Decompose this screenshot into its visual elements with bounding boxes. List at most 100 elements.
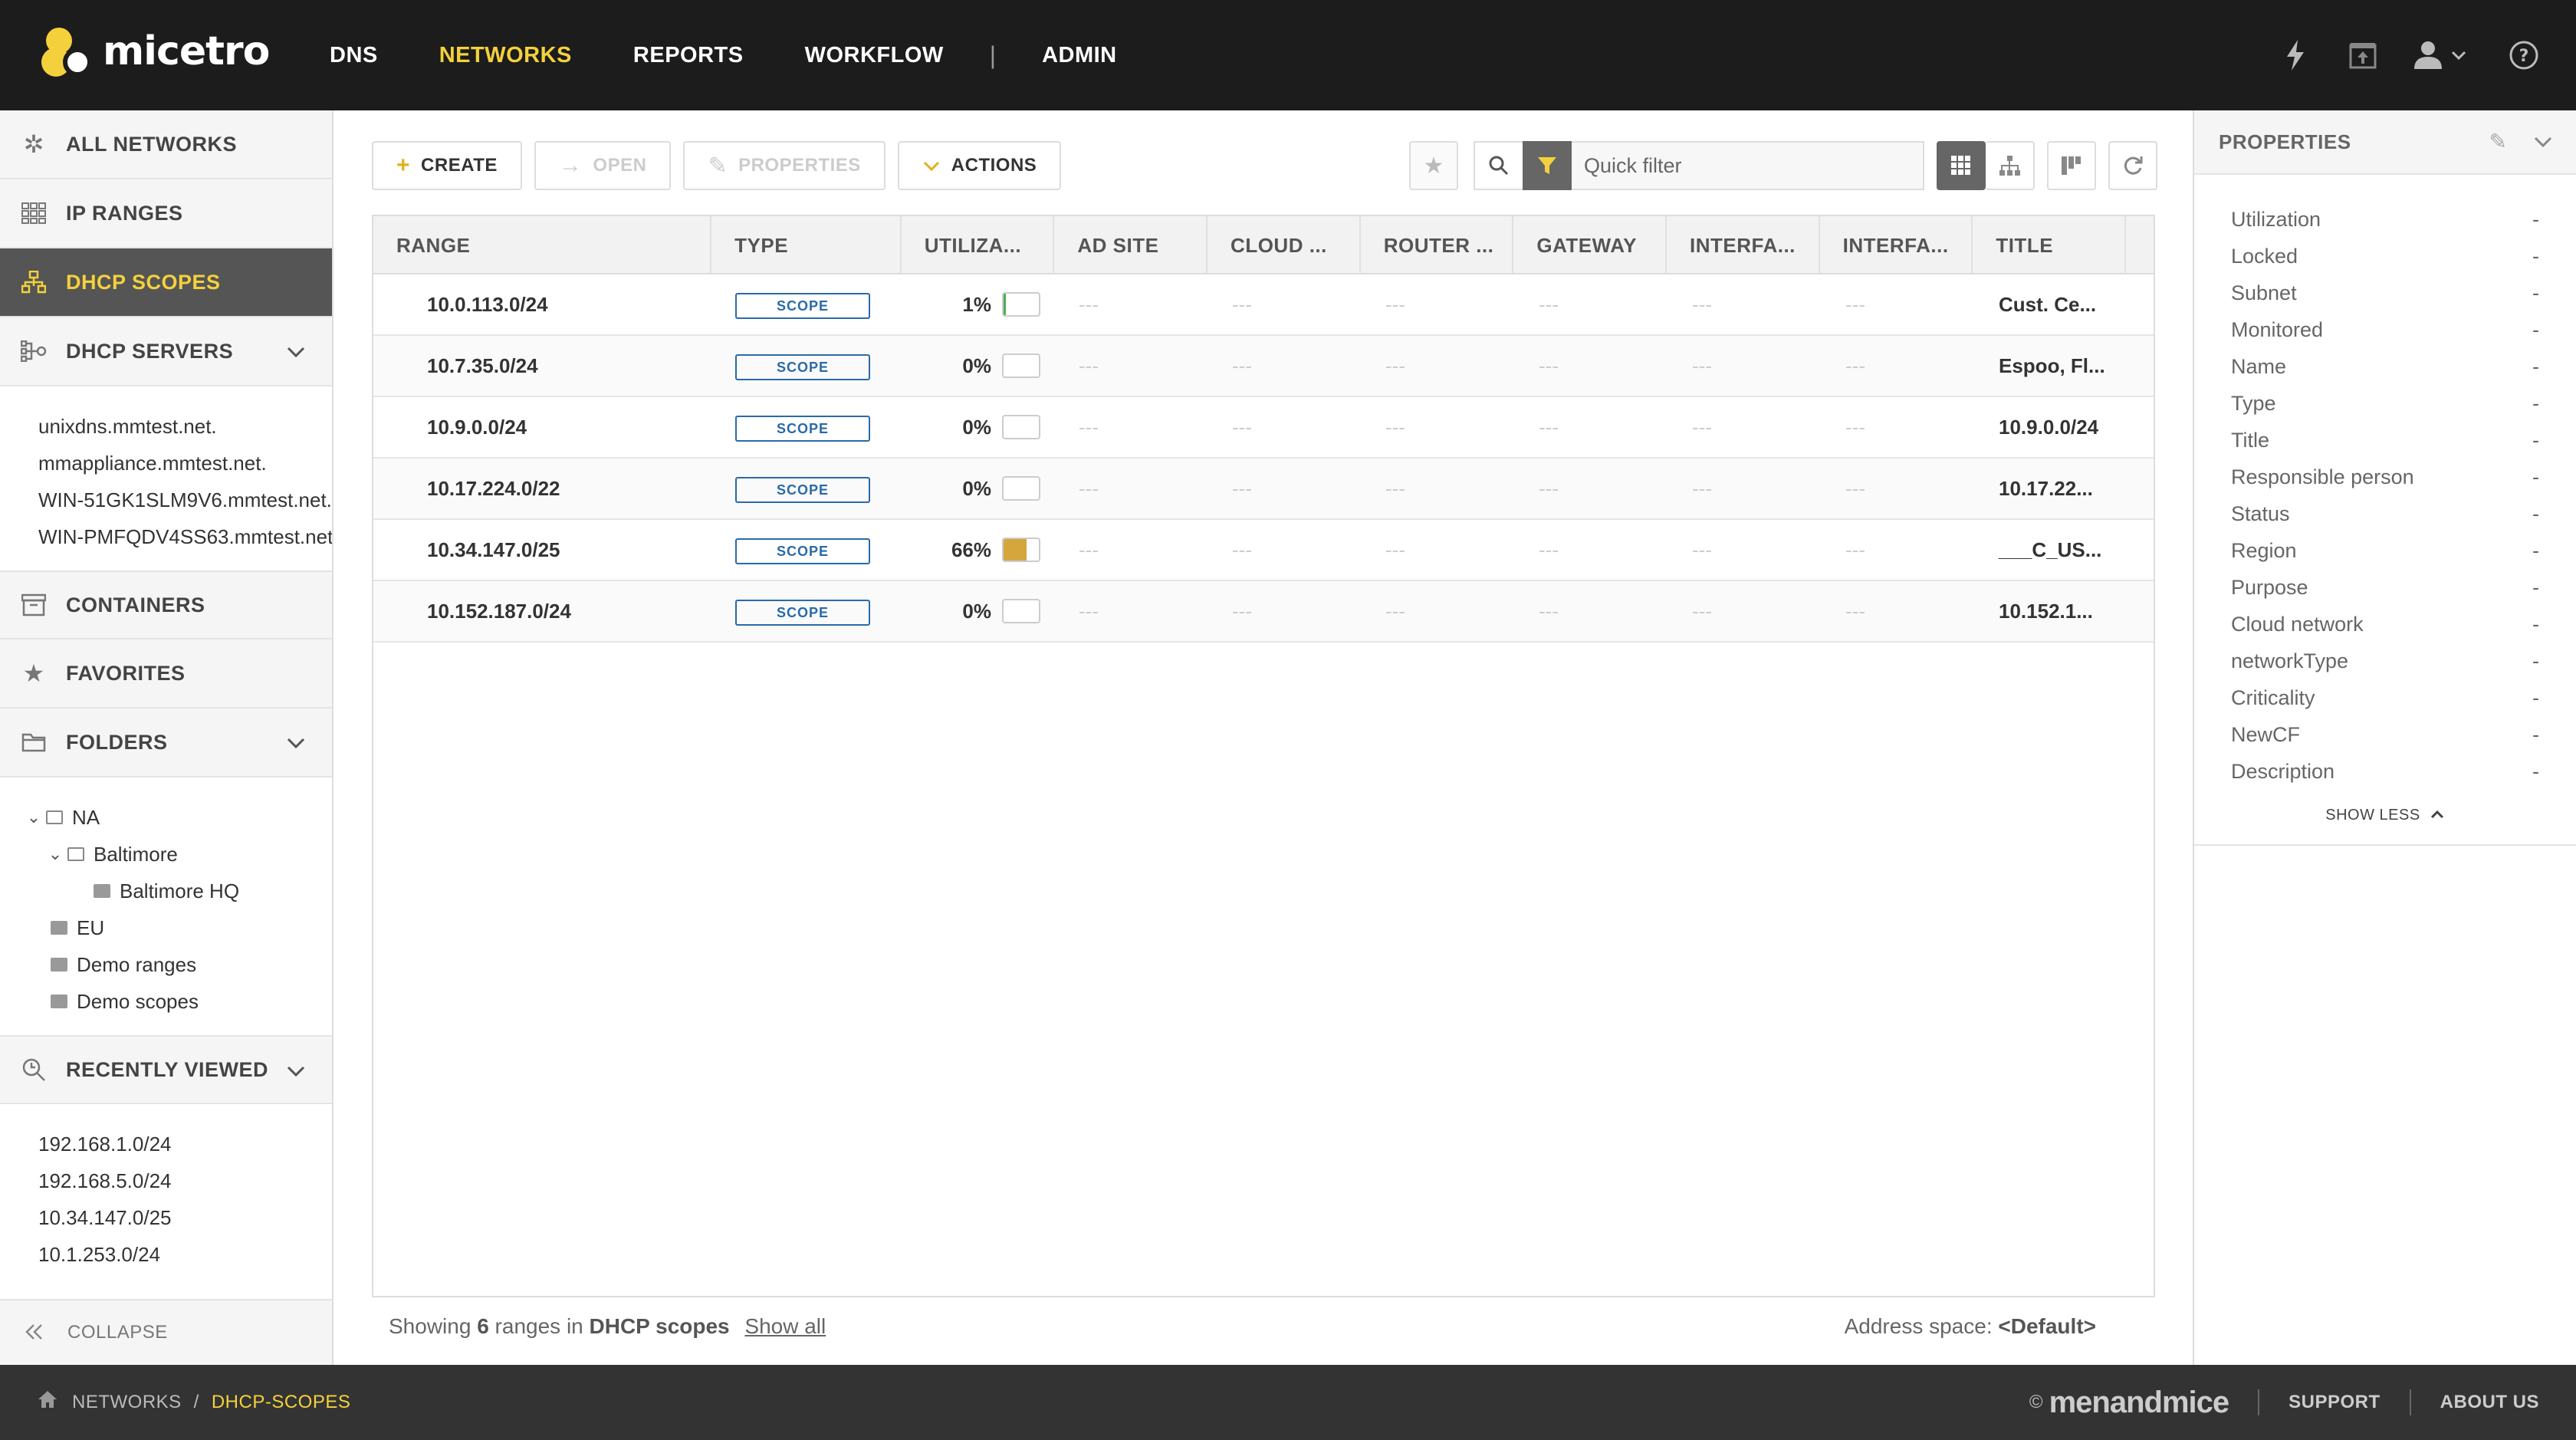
main-nav: DNS NETWORKS REPORTS WORKFLOW | ADMIN <box>330 0 1178 110</box>
sidebar-item-label: RECENTLY VIEWED <box>66 1057 269 1081</box>
list-item[interactable]: 192.168.5.0/24 <box>38 1162 332 1199</box>
cell-gateway: --- <box>1539 538 1559 561</box>
tree-node-baltimore[interactable]: ⌄ Baltimore <box>26 836 332 873</box>
tree-node-demo-ranges[interactable]: Demo ranges <box>26 946 332 983</box>
lightning-icon[interactable] <box>2274 34 2317 77</box>
list-item[interactable]: unixdns.mmtest.net. <box>38 408 332 445</box>
column-header-title[interactable]: TITLE <box>1973 216 2126 275</box>
list-item[interactable]: WIN-51GK1SLM9V6.mmtest.net. <box>38 482 332 518</box>
chevron-down-icon[interactable]: ⌄ <box>26 799 41 836</box>
tree-node-baltimore-hq[interactable]: Baltimore HQ <box>26 873 332 909</box>
about-us-link[interactable]: ABOUT US <box>2440 1392 2539 1413</box>
sidebar-item-folders[interactable]: FOLDERS <box>0 708 332 778</box>
pencil-icon[interactable]: ✎ <box>2489 129 2507 154</box>
nav-networks[interactable]: NETWORKS <box>439 43 572 68</box>
open-button[interactable]: → OPEN <box>534 141 672 190</box>
column-header-router[interactable]: ROUTER ... <box>1361 216 1514 275</box>
property-value: - <box>2532 207 2539 231</box>
task-box-icon[interactable] <box>2341 34 2384 77</box>
tree-node-demo-scopes[interactable]: Demo scopes <box>26 983 332 1020</box>
support-link[interactable]: SUPPORT <box>2288 1392 2380 1413</box>
properties-header: PROPERTIES ✎ <box>2194 110 2576 175</box>
sidebar-item-favorites[interactable]: ★ FAVORITES <box>0 639 332 708</box>
column-header-interface-1[interactable]: INTERFA... <box>1667 216 1820 275</box>
chevron-down-icon <box>922 153 941 179</box>
table-row[interactable]: 10.17.224.0/22 SCOPE 0% --- --- --- --- --- --- 1… <box>373 459 2154 520</box>
folder-tree: ⌄ NA ⌄ Baltimore Baltimore HQ EU Demo ra… <box>0 778 332 1035</box>
micetro-logo[interactable]: micetro <box>41 25 270 78</box>
list-item[interactable]: 192.168.1.0/24 <box>38 1126 332 1162</box>
property-row: networkType - <box>2231 643 2576 679</box>
sidebar-item-containers[interactable]: CONTAINERS <box>0 570 332 639</box>
chevron-down-icon[interactable] <box>286 339 306 363</box>
property-row: NewCF - <box>2231 716 2576 753</box>
network-gear-icon: ✲ <box>23 130 44 158</box>
chevron-down-icon[interactable]: ⌄ <box>48 836 63 873</box>
list-item[interactable]: 10.34.147.0/25 <box>38 1199 332 1236</box>
table-row[interactable]: 10.152.187.0/24 SCOPE 0% --- --- --- --- --- ---… <box>373 581 2154 643</box>
quick-filter-input[interactable] <box>1572 141 1924 190</box>
tree-node-eu[interactable]: EU <box>26 909 332 946</box>
columns-view-button[interactable] <box>2047 141 2096 190</box>
show-all-link[interactable]: Show all <box>744 1314 826 1338</box>
favorite-star-button[interactable]: ★ <box>1409 141 1458 190</box>
utilization-bar <box>1002 538 1040 562</box>
nav-workflow[interactable]: WORKFLOW <box>805 43 944 68</box>
column-header-gateway[interactable]: GATEWAY <box>1513 216 1668 275</box>
table-row[interactable]: 10.34.147.0/25 SCOPE 66% --- --- --- --- --- ---… <box>373 520 2154 581</box>
cell-title: Espoo, Fl... <box>1999 354 2105 377</box>
funnel-filter-icon[interactable] <box>1523 141 1572 190</box>
table-row[interactable]: 10.7.35.0/24 SCOPE 0% --- --- --- --- --- --- Esp… <box>373 336 2154 397</box>
micetro-logo-icon <box>41 25 97 78</box>
chevron-down-icon[interactable] <box>286 730 306 755</box>
column-header-ad-site[interactable]: AD SITE <box>1054 216 1208 275</box>
properties-button[interactable]: ✎ PROPERTIES <box>683 141 886 190</box>
help-icon[interactable]: ? <box>2502 34 2545 77</box>
breadcrumb-networks[interactable]: NETWORKS <box>72 1392 182 1413</box>
sidebar-item-ip-ranges[interactable]: IP RANGES <box>0 179 332 248</box>
address-space-value[interactable]: <Default> <box>1998 1314 2096 1338</box>
column-header-interface-2[interactable]: INTERFA... <box>1820 216 1973 275</box>
tree-node-na[interactable]: ⌄ NA <box>26 799 332 836</box>
property-value: - <box>2532 538 2539 562</box>
cell-interface-2: --- <box>1845 293 1865 316</box>
sidebar-item-recently-viewed[interactable]: RECENTLY VIEWED <box>0 1035 332 1104</box>
property-row: Utilization - <box>2231 201 2576 238</box>
plus-icon: + <box>396 153 411 178</box>
refresh-button[interactable] <box>2108 141 2157 190</box>
column-header-type[interactable]: TYPE <box>711 216 902 275</box>
actions-button[interactable]: ACTIONS <box>897 141 1062 190</box>
cell-cloud: --- <box>1232 600 1252 623</box>
table-row[interactable]: 10.0.113.0/24 SCOPE 1% --- --- --- --- --- --- Cu… <box>373 275 2154 336</box>
column-header-range[interactable]: RANGE <box>373 216 712 275</box>
collapse-sidebar-button[interactable]: COLLAPSE <box>0 1299 332 1365</box>
sidebar-item-dhcp-scopes[interactable]: DHCP SCOPES <box>0 248 332 317</box>
nav-dns[interactable]: DNS <box>330 43 378 68</box>
table-row[interactable]: 10.9.0.0/24 SCOPE 0% --- --- --- --- --- --- 10.9… <box>373 397 2154 459</box>
cell-cloud: --- <box>1232 477 1252 500</box>
list-item[interactable]: mmappliance.mmtest.net. <box>38 445 332 482</box>
sidebar-item-all-networks[interactable]: ✲ ALL NETWORKS <box>0 110 332 179</box>
nav-reports[interactable]: REPORTS <box>633 43 744 68</box>
menandmice-logo[interactable]: menandmice <box>2049 1386 2230 1420</box>
user-menu-icon[interactable] <box>2409 34 2478 77</box>
hierarchy-icon <box>1999 156 2020 176</box>
sidebar-item-dhcp-servers[interactable]: DHCP SERVERS <box>0 317 332 386</box>
column-header-utilization[interactable]: UTILIZA... <box>902 216 1055 275</box>
list-item[interactable]: WIN-PMFQDV4SS63.mmtest.net. <box>38 518 332 555</box>
column-header-cloud[interactable]: CLOUD ... <box>1208 216 1361 275</box>
quick-filter <box>1474 141 1924 190</box>
list-item[interactable]: 10.1.253.0/24 <box>38 1236 332 1273</box>
chevron-down-icon[interactable] <box>2533 129 2553 153</box>
tree-view-button[interactable] <box>1986 141 2035 190</box>
home-icon[interactable] <box>37 1389 58 1415</box>
show-less-button[interactable]: SHOW LESS <box>2194 807 2576 846</box>
grid-view-button[interactable] <box>1937 141 1986 190</box>
chevron-down-icon[interactable] <box>286 1058 306 1083</box>
search-icon[interactable] <box>1474 141 1523 190</box>
cell-interface-2: --- <box>1845 600 1865 623</box>
property-value: - <box>2532 391 2539 415</box>
create-button[interactable]: + CREATE <box>372 141 522 190</box>
nav-admin[interactable]: ADMIN <box>1042 43 1117 68</box>
property-value: - <box>2532 722 2539 746</box>
